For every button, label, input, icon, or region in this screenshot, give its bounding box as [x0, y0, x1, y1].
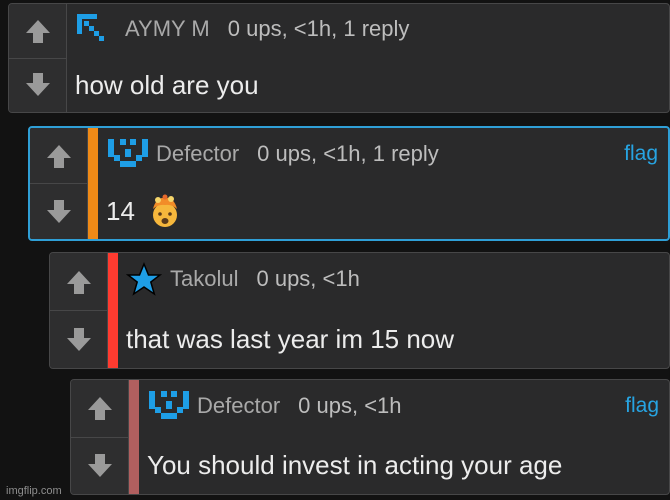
comment: Takolul 0 ups, <1h that was last year im…: [49, 252, 670, 369]
downvote-button[interactable]: [50, 311, 107, 368]
flag-link[interactable]: flag: [625, 380, 659, 432]
upvote-button[interactable]: [30, 128, 87, 184]
pixel-arrow-avatar-icon[interactable]: [75, 12, 121, 46]
arrow-up-icon: [66, 270, 91, 294]
comment-meta: 0 ups, <1h: [298, 393, 402, 419]
comment-meta: 0 ups, <1h: [256, 266, 360, 292]
comment-text: 14: [106, 195, 135, 226]
comment-meta: 0 ups, <1h, 1 reply: [227, 15, 410, 41]
comment-text: You should invest in acting your age: [147, 450, 563, 480]
comment-content: AYMY M 0 ups, <1h, 1 reply how old are y…: [67, 4, 669, 112]
comment: AYMY M 0 ups, <1h, 1 reply how old are y…: [8, 3, 670, 113]
comment-text: that was last year im 15 now: [126, 323, 455, 354]
downvote-button[interactable]: [30, 184, 87, 239]
reply-depth-bar: [88, 128, 98, 239]
arrow-down-icon: [66, 327, 91, 351]
comment: Defector 0 ups, <1h flag You should inve…: [70, 379, 670, 495]
vote-controls: [30, 128, 88, 239]
comment-header: Takolul 0 ups, <1h: [126, 253, 360, 306]
vote-controls: [50, 253, 108, 368]
flag-link[interactable]: flag: [624, 128, 658, 179]
comment-thread: AYMY M 0 ups, <1h, 1 reply how old are y…: [0, 0, 670, 500]
username[interactable]: Takolul: [170, 266, 238, 292]
comment-content: Takolul 0 ups, <1h that was last year im…: [118, 253, 669, 368]
comment-header: AYMY M 0 ups, <1h, 1 reply: [75, 4, 409, 54]
blue-star-icon[interactable]: [126, 262, 166, 297]
comment-body: 14: [106, 184, 183, 240]
pixel-v-avatar-icon[interactable]: [106, 137, 152, 171]
vote-controls: [71, 380, 129, 494]
reply-depth-bar: [129, 380, 139, 494]
arrow-up-icon: [25, 19, 50, 43]
upvote-button[interactable]: [71, 380, 128, 438]
downvote-button[interactable]: [71, 438, 128, 495]
comment-content: Defector 0 ups, <1h flag You should inve…: [139, 380, 669, 494]
comment: Defector 0 ups, <1h, 1 reply flag 14: [28, 126, 670, 241]
username[interactable]: AYMY M: [125, 16, 210, 42]
downvote-button[interactable]: [9, 59, 66, 113]
comment-content: Defector 0 ups, <1h, 1 reply flag 14: [98, 128, 668, 239]
exploding-head-emoji: [152, 194, 177, 228]
arrow-down-icon: [25, 73, 50, 97]
comment-text: how old are you: [75, 69, 259, 100]
upvote-button[interactable]: [50, 253, 107, 311]
username[interactable]: Defector: [156, 141, 239, 167]
arrow-up-icon: [87, 397, 112, 421]
pixel-v-avatar-icon[interactable]: [147, 389, 193, 423]
upvote-button[interactable]: [9, 4, 66, 59]
arrow-up-icon: [46, 144, 71, 168]
arrow-down-icon: [87, 453, 112, 477]
vote-controls: [9, 4, 67, 112]
comment-header: Defector 0 ups, <1h: [147, 380, 402, 432]
reply-depth-bar: [108, 253, 118, 368]
comment-header: Defector 0 ups, <1h, 1 reply: [106, 128, 439, 179]
username[interactable]: Defector: [197, 393, 280, 419]
comment-meta: 0 ups, <1h, 1 reply: [257, 140, 439, 166]
arrow-down-icon: [46, 199, 71, 223]
watermark: imgflip.com: [6, 485, 62, 497]
